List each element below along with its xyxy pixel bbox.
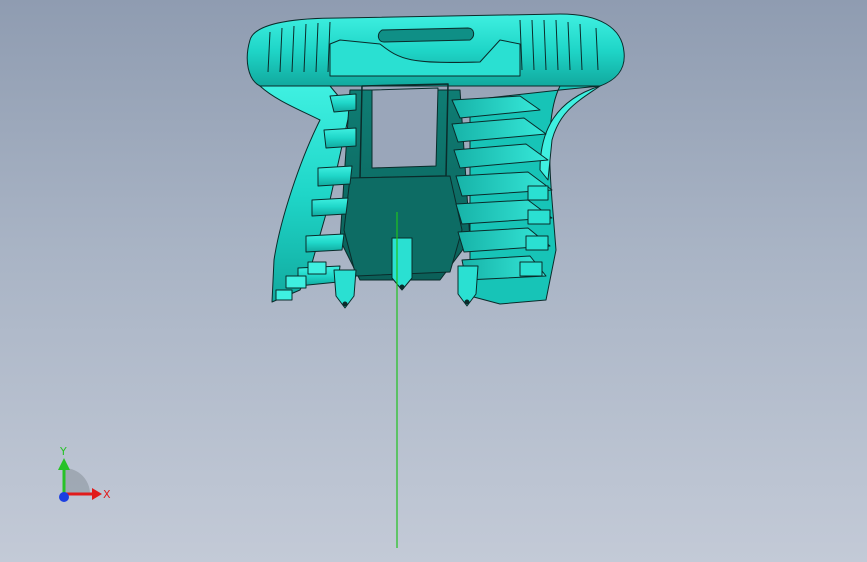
triad-y-label: Y [59, 445, 67, 458]
triad-x-arrow [92, 488, 102, 500]
cad-model-part[interactable] [246, 13, 625, 309]
triad-plane-arc [64, 468, 90, 494]
triad-z-axis [59, 492, 69, 502]
pin-center [391, 237, 413, 291]
cad-viewport[interactable]: X Y [0, 0, 867, 562]
pin-tips [342, 284, 470, 307]
triad-y-arrow [58, 458, 70, 470]
window-opening [371, 87, 439, 169]
triad-x-label: X [103, 488, 111, 501]
reference-triad[interactable]: X Y [58, 445, 111, 502]
rim-slot [377, 27, 475, 43]
